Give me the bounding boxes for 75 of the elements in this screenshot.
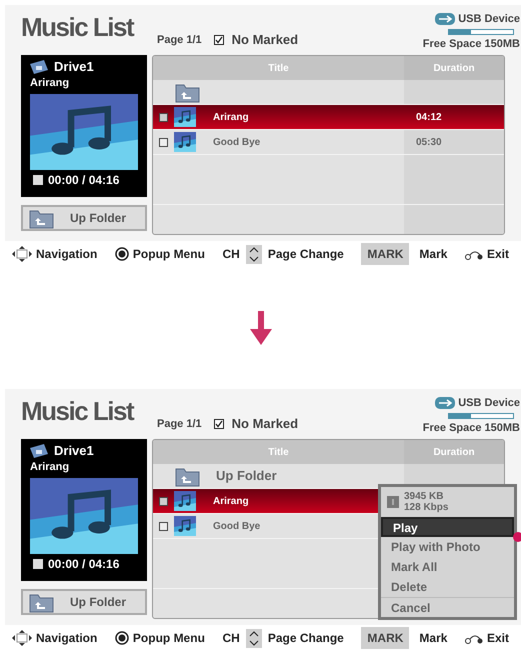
play-time: 00:00 / 04:16 — [48, 558, 120, 570]
column-header: Duration — [404, 440, 504, 464]
menu-item[interactable]: Play — [381, 517, 514, 537]
song-title: Good Bye — [213, 136, 260, 150]
drive-name: Drive1 — [54, 59, 94, 75]
file-size: 3945 KB — [404, 491, 444, 502]
direction-pad-icon — [12, 630, 32, 646]
up-down-key-icon — [246, 628, 262, 648]
mark-key: MARK — [361, 243, 410, 265]
checkbox-icon — [214, 34, 224, 45]
up-folder-button[interactable]: Up Folder — [21, 589, 147, 615]
drive-icon — [30, 444, 48, 458]
column-header: Title — [153, 56, 404, 80]
column-header: Duration — [404, 56, 504, 80]
page-indicator: Page 1/1 — [157, 416, 202, 432]
footer-hint: Mark — [419, 630, 448, 647]
down-arrow-icon — [250, 311, 272, 345]
up-down-key-icon — [246, 244, 262, 264]
bit-rate: 128 Kbps — [404, 502, 448, 513]
song-name: Arirang — [30, 461, 70, 474]
footer-hint: Exit — [486, 630, 509, 647]
song-title: Good Bye — [213, 520, 260, 534]
stop-icon — [33, 559, 43, 569]
menu-item[interactable]: Delete — [381, 577, 514, 597]
usb-icon — [435, 13, 456, 26]
device-name: USB Device — [458, 396, 520, 411]
ok-button-icon — [114, 247, 129, 261]
song-thumbnail — [174, 132, 196, 152]
song-thumbnail — [174, 491, 196, 511]
free-space: Free Space 150MB — [422, 36, 520, 52]
checkbox-icon — [159, 112, 168, 122]
channel-key-label: CH — [222, 630, 240, 647]
song-name: Arirang — [30, 77, 70, 90]
screen-title: Music List — [21, 11, 135, 43]
song-thumbnail — [174, 516, 196, 536]
device-name: USB Device — [458, 12, 520, 27]
usb-icon — [435, 397, 456, 410]
footer-hint: Navigation — [36, 246, 98, 263]
footer-hint: Mark — [419, 246, 448, 263]
checkbox-icon — [214, 418, 224, 429]
column-header: Title — [153, 440, 404, 464]
footer-hint: Page Change — [268, 246, 344, 263]
footer-hint: Popup Menu — [132, 246, 205, 263]
channel-key-label: CH — [222, 246, 240, 263]
duration: 05:30 — [416, 136, 442, 148]
menu-item[interactable]: Play with Photo — [381, 537, 514, 557]
footer-hint: Navigation — [36, 630, 98, 647]
checkbox-icon — [159, 522, 168, 530]
stop-icon — [33, 175, 43, 185]
song-title: Arirang — [213, 494, 249, 508]
mark-key: MARK — [361, 627, 410, 649]
screen-title: Music List — [21, 395, 135, 427]
footer-hint: Popup Menu — [132, 630, 205, 647]
checkbox-icon — [159, 496, 168, 506]
selected-row[interactable]: Arirang 04:12 — [153, 105, 504, 130]
footer-hint: Page Change — [268, 630, 344, 647]
checkbox-icon — [159, 138, 168, 146]
file-info-icon — [387, 496, 399, 508]
free-space: Free Space 150MB — [422, 420, 520, 436]
page-indicator: Page 1/1 — [157, 32, 202, 48]
drive-icon — [30, 60, 48, 74]
duration: 04:12 — [416, 112, 442, 122]
play-time: 00:00 / 04:16 — [48, 174, 120, 186]
ok-button-icon — [114, 631, 129, 645]
menu-item[interactable]: Mark All — [381, 557, 514, 577]
song-title: Arirang — [213, 110, 249, 124]
footer-hint: Exit — [486, 246, 509, 263]
marked-status: No Marked — [232, 31, 298, 49]
menu-item[interactable]: Cancel — [381, 597, 514, 617]
drive-name: Drive1 — [54, 443, 94, 459]
direction-pad-icon — [12, 246, 32, 262]
folder-name: Up Folder — [216, 467, 277, 486]
song-thumbnail — [174, 107, 196, 127]
marked-status: No Marked — [232, 415, 298, 433]
up-folder-button[interactable]: Up Folder — [21, 205, 147, 231]
